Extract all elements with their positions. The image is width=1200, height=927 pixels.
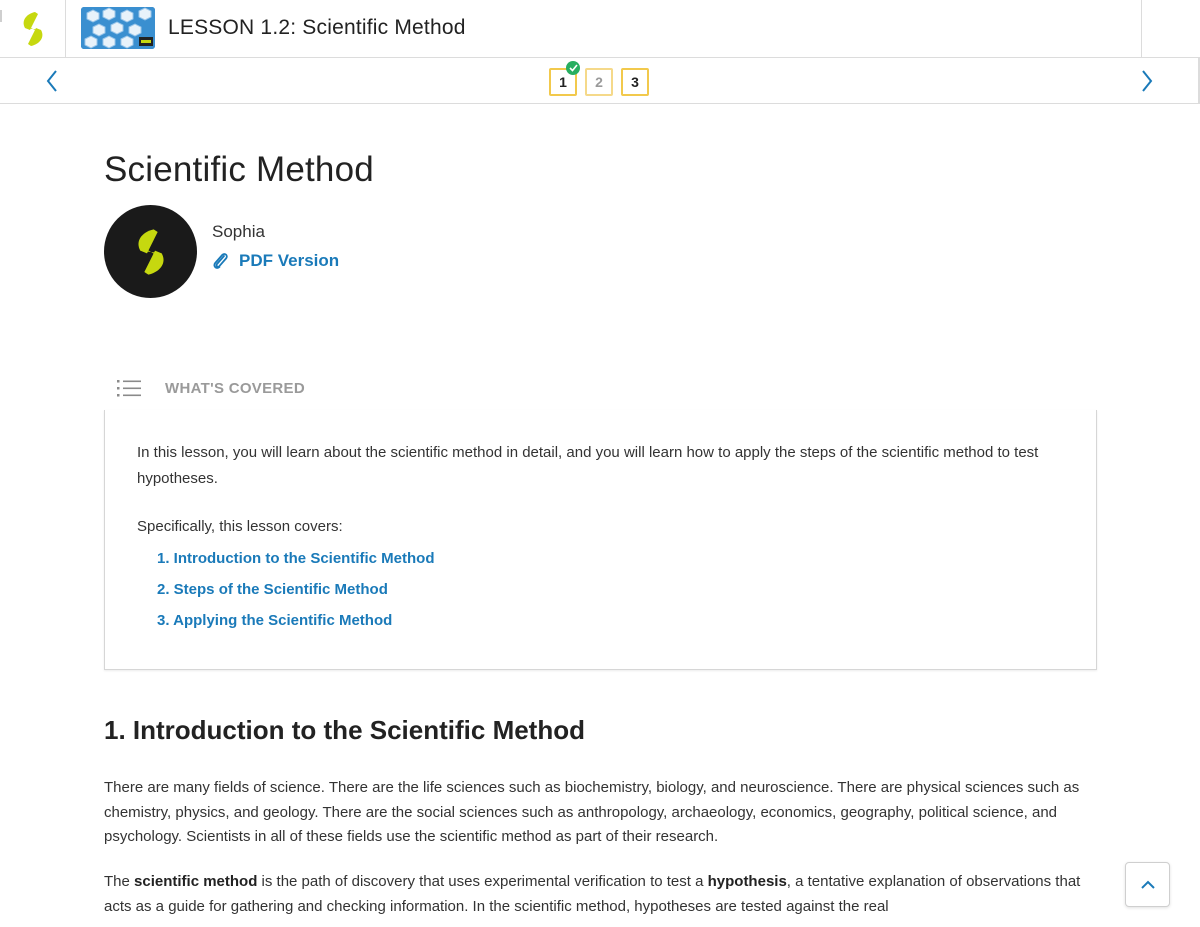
whats-covered-heading: WHAT'S COVERED <box>165 379 305 397</box>
sophia-logo-button[interactable] <box>0 0 66 57</box>
covered-topic-list: 1. Introduction to the Scientific Method… <box>157 550 435 643</box>
header-divider <box>1141 0 1142 57</box>
whats-covered-header: WHAT'S COVERED <box>117 378 305 398</box>
whats-covered-panel: In this lesson, you will learn about the… <box>104 410 1097 670</box>
chevron-right-icon <box>1142 70 1153 92</box>
step-3-button[interactable]: 3 <box>621 68 649 96</box>
paragraph-text: The <box>104 873 135 890</box>
molecule-thumbnail-icon <box>81 7 155 49</box>
step-label: 3 <box>631 74 639 90</box>
lesson-thumbnail <box>81 7 155 49</box>
chevron-up-icon <box>1140 880 1155 889</box>
pdf-version-label: PDF Version <box>239 251 340 270</box>
paragraph-text: is the path of discovery that uses exper… <box>257 873 708 890</box>
covered-topic-link-3[interactable]: 3. Applying the Scientific Method <box>157 612 435 643</box>
sophia-logo-icon <box>23 11 42 46</box>
sophia-logo-icon <box>137 228 164 275</box>
previous-step-button[interactable] <box>39 68 65 94</box>
step-label: 2 <box>595 74 603 90</box>
author-name: Sophia <box>212 222 265 241</box>
next-step-button[interactable] <box>1134 68 1160 94</box>
paperclip-icon <box>213 253 228 269</box>
step-2-button[interactable]: 2 <box>585 68 613 96</box>
body-paragraph: There are many fields of science. There … <box>104 779 1080 845</box>
step-navigation: 1 2 3 <box>0 58 1200 104</box>
pdf-version-link[interactable]: PDF Version <box>211 251 339 271</box>
term-hypothesis: hypothesis <box>707 873 787 890</box>
step-label: 1 <box>559 74 567 90</box>
covered-topic-link-2[interactable]: 2. Steps of the Scientific Method <box>157 581 435 612</box>
lesson-title: LESSON 1.2: Scientific Method <box>168 16 466 39</box>
list-icon <box>117 380 141 397</box>
term-scientific-method: scientific method <box>134 873 258 890</box>
body-paragraph: The scientific method is the path of dis… <box>104 870 1097 919</box>
chevron-left-icon <box>46 70 57 92</box>
check-icon <box>566 61 580 75</box>
page-title: Scientific Method <box>104 150 374 189</box>
step-list: 1 2 3 <box>549 61 649 96</box>
scroll-to-top-button[interactable] <box>1125 862 1170 907</box>
top-header: LESSON 1.2: Scientific Method <box>0 0 1200 58</box>
avatar <box>104 205 197 298</box>
covered-intro-text: In this lesson, you will learn about the… <box>137 444 1039 487</box>
step-1-button[interactable]: 1 <box>549 61 580 96</box>
covered-specifically-text: Specifically, this lesson covers: <box>137 518 343 535</box>
section-heading: 1. Introduction to the Scientific Method <box>104 715 585 745</box>
covered-topic-link-1[interactable]: 1. Introduction to the Scientific Method <box>157 550 435 581</box>
